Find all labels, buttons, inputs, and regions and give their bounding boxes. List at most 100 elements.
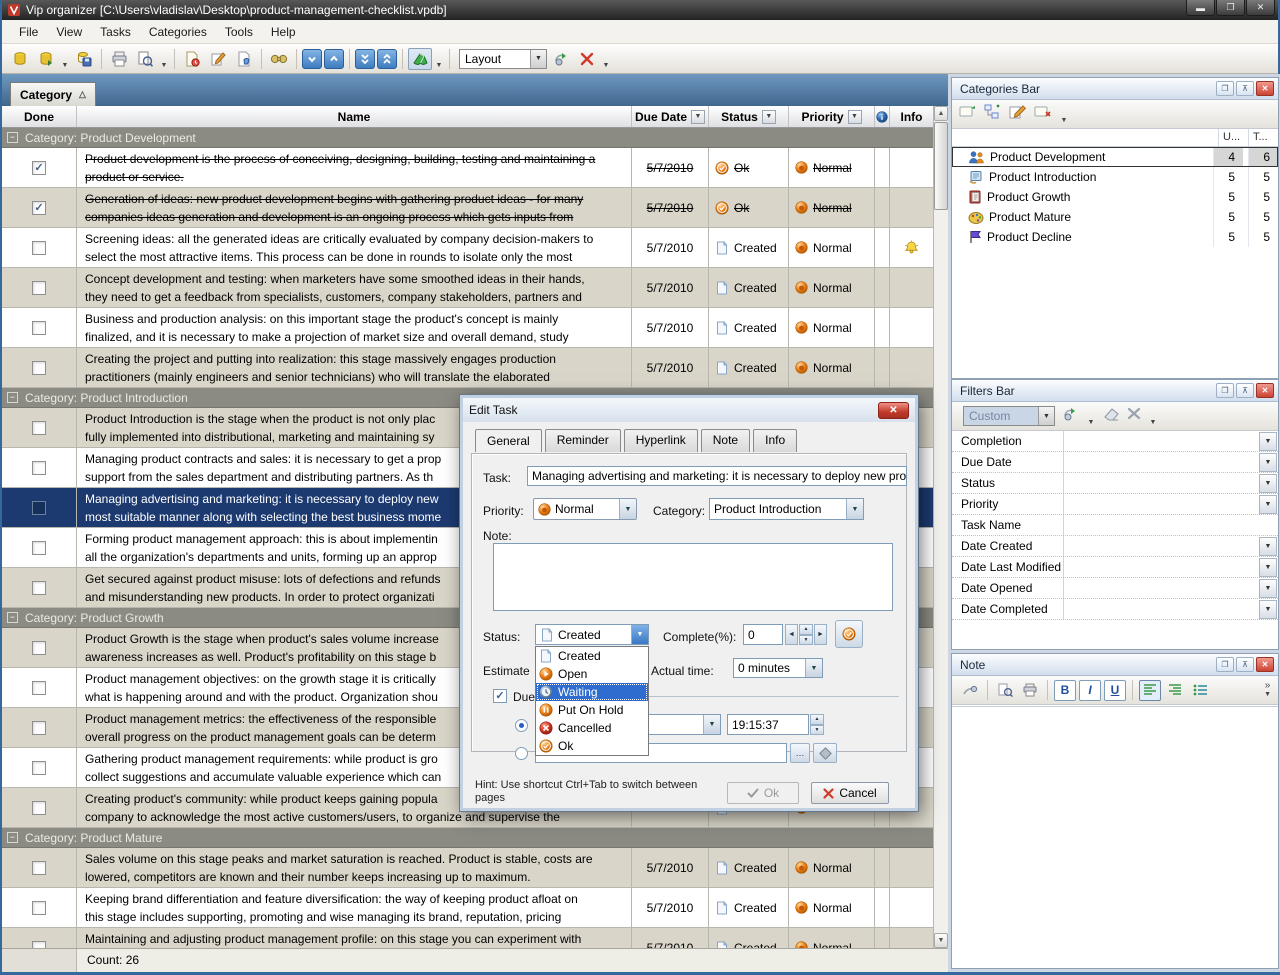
save-database-icon[interactable] — [72, 48, 96, 70]
align-left-icon[interactable] — [1139, 680, 1161, 701]
apply-filter-icon[interactable] — [1062, 406, 1079, 427]
actual-time-select[interactable]: 0 minutes ▼ — [733, 658, 823, 678]
priority-filter-icon[interactable]: ▼ — [848, 110, 862, 124]
complete-increment-icon[interactable]: ► — [814, 624, 827, 645]
cancel-button[interactable]: Cancel — [811, 782, 889, 804]
due-time-input[interactable]: 19:15:37 — [727, 714, 809, 735]
done-checkbox[interactable] — [32, 801, 46, 815]
note-preview-icon[interactable] — [994, 680, 1016, 701]
done-checkbox[interactable] — [32, 761, 46, 775]
open-database-dropdown-icon[interactable]: ▼ — [60, 62, 70, 73]
category-tree-item[interactable]: Product Growth55 — [952, 187, 1278, 207]
custom-due-picker-button[interactable] — [813, 743, 837, 763]
status-option-cancelled[interactable]: Cancelled — [536, 719, 648, 737]
window-titlebar[interactable]: Vip organizer [C:\Users\vladislav\Deskto… — [2, 0, 1278, 20]
filter-dropdown-icon[interactable]: ▼ — [1259, 558, 1277, 577]
insert-link-icon[interactable] — [959, 680, 981, 701]
category-select-arrow-icon[interactable]: ▼ — [846, 499, 863, 519]
layout-select[interactable]: Layout ▼ — [459, 49, 547, 69]
category-select[interactable]: Product Introduction ▼ — [709, 498, 864, 520]
due-date-arrow-icon[interactable]: ▼ — [703, 715, 720, 734]
column-header-info[interactable]: Info — [890, 106, 933, 127]
due-date-radio[interactable] — [515, 719, 528, 732]
column-header-due-date[interactable]: Due Date▼ — [632, 106, 709, 127]
due-time-spinner[interactable]: ▲▼ — [810, 714, 824, 735]
layout-select-arrow-icon[interactable]: ▼ — [530, 50, 546, 68]
column-header-reminder[interactable] — [875, 106, 890, 127]
uncompleted-column-header[interactable]: U... — [1218, 129, 1248, 146]
filters-close-icon[interactable]: ✕ — [1256, 383, 1274, 398]
filter-dropdown-icon[interactable]: ▼ — [1259, 432, 1277, 451]
status-option-put-on-hold[interactable]: Put On Hold — [536, 701, 648, 719]
done-checkbox[interactable] — [32, 501, 46, 515]
menu-item-view[interactable]: View — [47, 21, 91, 43]
done-checkbox[interactable] — [32, 681, 46, 695]
underline-button[interactable]: U — [1104, 680, 1126, 701]
minimize-button[interactable]: ▬ — [1186, 0, 1215, 16]
move-top-icon[interactable] — [377, 49, 397, 69]
scroll-down-icon[interactable]: ▼ — [934, 933, 948, 948]
print-preview-icon[interactable] — [133, 48, 157, 70]
done-checkbox[interactable] — [32, 421, 46, 435]
column-header-done[interactable]: Done — [2, 106, 77, 127]
filters-toolbar-overflow-icon[interactable]: ▼ — [1148, 419, 1158, 430]
filter-dropdown-icon[interactable]: ▼ — [1259, 474, 1277, 493]
italic-button[interactable]: I — [1079, 680, 1101, 701]
categories-pin-icon[interactable]: ⊼ — [1236, 81, 1254, 96]
note-print-icon[interactable] — [1019, 680, 1041, 701]
categories-toolbar-overflow-icon[interactable]: ▼ — [1059, 117, 1069, 128]
note-pin-icon[interactable]: ⊼ — [1236, 657, 1254, 672]
remove-filter-icon[interactable] — [1127, 407, 1141, 425]
custom-due-browse-button[interactable]: … — [790, 743, 810, 763]
note-content[interactable] — [952, 706, 1278, 968]
menu-item-tools[interactable]: Tools — [216, 21, 262, 43]
add-category-icon[interactable] — [959, 104, 977, 124]
close-button[interactable]: ✕ — [1246, 0, 1275, 16]
filter-dropdown-icon[interactable]: ▼ — [1259, 537, 1277, 556]
dialog-tab-reminder[interactable]: Reminder — [545, 429, 621, 452]
note-restore-icon[interactable]: ❐ — [1216, 657, 1234, 672]
move-bottom-icon[interactable] — [355, 49, 375, 69]
print-icon[interactable] — [107, 48, 131, 70]
due-date-checkbox[interactable]: ✓ — [493, 689, 507, 703]
filters-pin-icon[interactable]: ⊼ — [1236, 383, 1254, 398]
find-icon[interactable] — [267, 48, 291, 70]
move-up-icon[interactable] — [324, 49, 344, 69]
done-checkbox[interactable] — [32, 641, 46, 655]
done-checkbox[interactable] — [32, 541, 46, 555]
menu-item-help[interactable]: Help — [262, 21, 305, 43]
note-close-icon[interactable]: ✕ — [1256, 657, 1274, 672]
done-checkbox[interactable] — [32, 241, 46, 255]
category-tree-item[interactable]: Product Development46 — [952, 147, 1278, 167]
delete-category-icon[interactable] — [1034, 104, 1052, 124]
filter-dropdown-icon[interactable]: ▼ — [1259, 600, 1277, 619]
dialog-tab-hyperlink[interactable]: Hyperlink — [624, 429, 698, 452]
note-toolbar-more-icon[interactable]: » — [1265, 681, 1271, 690]
categories-close-icon[interactable]: ✕ — [1256, 81, 1274, 96]
status-option-created[interactable]: Created — [536, 647, 648, 665]
align-right-icon[interactable] — [1164, 680, 1186, 701]
done-checkbox[interactable] — [32, 721, 46, 735]
category-group-row[interactable]: −Category: Product Development — [2, 128, 933, 148]
mark-complete-button[interactable] — [835, 620, 863, 648]
collapse-icon[interactable]: − — [7, 612, 18, 623]
task-row[interactable]: Screening ideas: all the generated ideas… — [2, 228, 933, 268]
apply-filter-dropdown-icon[interactable]: ▼ — [1086, 419, 1096, 430]
dialog-tab-note[interactable]: Note — [701, 429, 750, 452]
clear-layout-icon[interactable] — [575, 48, 599, 70]
task-row[interactable]: Keeping brand differentiation and featur… — [2, 888, 933, 928]
filter-preset-arrow-icon[interactable]: ▼ — [1038, 407, 1054, 425]
restore-button[interactable]: ❐ — [1216, 0, 1245, 16]
filter-dropdown-icon[interactable]: ▼ — [1259, 495, 1277, 514]
actual-time-arrow-icon[interactable]: ▼ — [805, 659, 822, 677]
total-column-header[interactable]: T... — [1248, 129, 1278, 146]
scrollbar-thumb[interactable] — [934, 122, 948, 210]
bullet-list-icon[interactable] — [1189, 680, 1211, 701]
status-option-ok[interactable]: Ok — [536, 737, 648, 755]
complete-input[interactable]: 0 — [743, 624, 783, 645]
edit-task-icon[interactable] — [206, 48, 230, 70]
grouping-tab-category[interactable]: Category △ — [10, 82, 96, 106]
category-group-row[interactable]: −Category: Product Mature — [2, 828, 933, 848]
filters-restore-icon[interactable]: ❐ — [1216, 383, 1234, 398]
move-down-icon[interactable] — [302, 49, 322, 69]
